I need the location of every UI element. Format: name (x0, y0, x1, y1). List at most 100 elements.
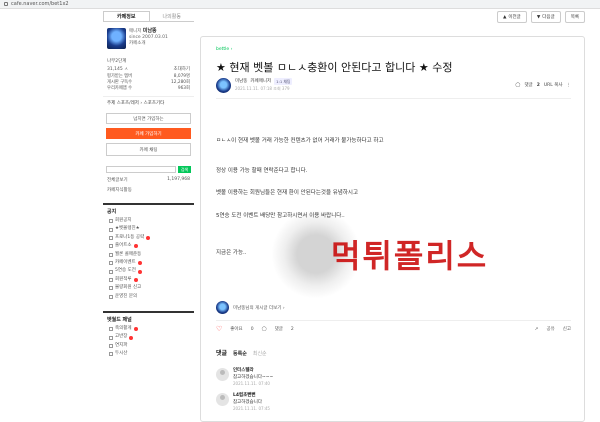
cafe-intro-link[interactable]: 카페소개 (129, 41, 168, 47)
board-label: 회원공지 (115, 218, 132, 223)
like-label[interactable]: 좋아요 (230, 326, 242, 332)
url-copy-link[interactable]: URL 복사 (544, 82, 563, 88)
author-name[interactable]: 미남뚱 (235, 78, 247, 85)
next-label: 다음글 (542, 15, 555, 20)
report-button[interactable]: 신고 (563, 326, 571, 332)
comment-label: 댓글 (524, 83, 533, 88)
share-button[interactable]: 공유 (546, 326, 554, 332)
board-item[interactable]: 두시산 (109, 350, 190, 358)
chat-badge[interactable]: 1:1 채팅 (274, 78, 293, 85)
tab-my-activity[interactable]: 나의활동 (150, 11, 195, 21)
body-paragraph: 정상 이용 가능 할때 연락준다고 합니다. (216, 168, 308, 174)
comment-bubble-icon[interactable]: ◯ (262, 327, 267, 332)
board-label: 연지파 (115, 342, 128, 348)
lock-icon (4, 2, 8, 6)
board-item[interactable]: 연지파 (109, 342, 190, 350)
more-by-author[interactable]: 미남뚱님의 게시글 더보기 › (216, 301, 285, 314)
all-posts-link[interactable]: 전체글보기 1,197,968 (103, 177, 194, 183)
board-item[interactable]: 축의활게 (109, 325, 190, 333)
cafe-logo[interactable] (107, 28, 126, 49)
board-item[interactable]: 5연승 도전 (109, 267, 190, 275)
list-button[interactable]: 목록 (564, 11, 585, 23)
article-actions: ♡ 좋아요 0 ◯ 댓글 2 ↗ 공유 신고 (216, 325, 571, 333)
avatar[interactable] (216, 368, 229, 381)
new-badge-icon (133, 327, 138, 332)
join-cafe-button[interactable]: 카페 가입하기 (106, 128, 191, 139)
board-item[interactable]: 월론 콜매준등 (109, 251, 190, 259)
next-post-button[interactable]: ▼ 다음글 (530, 11, 561, 23)
board-label: 프로나1등 공략 (115, 234, 145, 240)
prev-label: 이전글 (508, 15, 521, 20)
cafe-tag-link[interactable]: 카페지식활동 (103, 187, 194, 193)
board-label: 5연승 도전 (115, 268, 136, 274)
like-count: 0 (250, 326, 254, 332)
browser-address-bar[interactable]: cafe.naver.com/bet1x2 (0, 0, 600, 9)
sort-oldest-tab[interactable]: 등록순 (233, 350, 247, 357)
board-label: 고반장 (115, 334, 128, 340)
more-options-icon[interactable]: ⋮ (567, 83, 572, 88)
sidebar-search-input[interactable] (106, 166, 176, 173)
comment-summary[interactable]: ◯ 댓글 2 URL 복사 ⋮ (515, 82, 572, 89)
article-nav: ▲ 이전글 ▼ 다음글 목록 (496, 11, 585, 23)
cafe-chat-button[interactable]: 카페 채팅 (106, 143, 191, 156)
tab-cafe-info[interactable]: 카페정보 (103, 11, 150, 21)
board-icon (109, 252, 113, 257)
board-list: 회원공지 ★벳몰렝친★ 프로나1등 공략 줄어트소 월론 콜매준등 카페이벤트 … (103, 215, 194, 301)
author-row: 미남뚱 카페매니저 1:1 채팅 2021.11.11. 07:18 조회 37… (216, 76, 571, 94)
main-content: ▲ 이전글 ▼ 다음글 목록 bettle › ★ 현재 벳볼 ㅁㄴㅅ충환이 안된다… (200, 11, 585, 422)
cafe-level: 나무2단계 (103, 58, 194, 64)
prev-post-button[interactable]: ▲ 이전글 (496, 11, 527, 23)
board-label: 줄어트소 (115, 243, 132, 249)
board-icon (109, 335, 113, 340)
avatar (216, 301, 229, 314)
board-item[interactable]: 회원적루 (109, 276, 190, 284)
board-item[interactable]: 고반장 (109, 333, 190, 341)
board-item[interactable]: 줄어트소 (109, 242, 190, 250)
level-label: 나무2단계 (107, 59, 127, 64)
board-label: 축의활게 (115, 326, 132, 332)
comment-date: 2021.11.11. 07:40 (233, 381, 270, 386)
comment-item: L4럽초뻔뻔 참고하겠습니다 2021.11.11. 07:45 (216, 393, 571, 413)
board-item[interactable]: ★벳몰렝친★ (109, 225, 190, 233)
comment-bubble-icon: ◯ (515, 82, 521, 88)
sidebar-search-button[interactable]: 검색 (178, 166, 191, 173)
watermark-text: 먹튀폴리스 (331, 237, 489, 275)
comment-body: 인터스텔라 참고하겠습니다~~~ 2021.11.11. 07:40 (233, 368, 273, 388)
post-date: 2021.11.11. 07:18 (235, 86, 272, 91)
post-views: 조회 379 (273, 86, 290, 91)
board-item[interactable]: 불량회원 신고 (109, 284, 190, 292)
heart-icon[interactable]: ♡ (216, 325, 222, 333)
board-icon (109, 294, 113, 299)
board-icon (109, 286, 113, 291)
all-posts-label: 전체글보기 (107, 178, 128, 183)
board-label: 두시산 (115, 351, 128, 357)
comment-action-label[interactable]: 댓글 (275, 326, 283, 332)
chevron-up-icon: ▲ (502, 14, 507, 20)
sort-newest-tab[interactable]: 최신순 (253, 350, 267, 357)
board-item[interactable]: 운영진 문의 (109, 293, 190, 301)
divider (216, 320, 571, 321)
body-paragraph: 벳볼 이용하는 회원님들은 현재 환이 안된다는것을 유념하시고 (216, 190, 359, 196)
comments-title: 댓글 (216, 350, 228, 357)
board-icon (109, 278, 113, 283)
manager-name[interactable]: 미남뚱 (143, 28, 157, 34)
cafe-tag-label: 카페지식활동 (107, 188, 132, 193)
board-icon (109, 244, 113, 249)
breadcrumb[interactable]: bettle › (216, 47, 232, 52)
avatar[interactable] (216, 77, 231, 93)
board-item[interactable]: 회원공지 (109, 217, 190, 225)
invite-link[interactable]: 초대하기 (173, 66, 190, 72)
board-label: 회원적루 (115, 276, 132, 282)
section-panel-title: 벳월드 패널 (103, 311, 194, 323)
share-icon: ↗ (534, 326, 539, 332)
avatar[interactable] (216, 393, 229, 406)
new-badge-icon (137, 261, 142, 266)
board-label: 카페이벤트 (115, 260, 136, 266)
member-count[interactable]: 31,145 ㅅ (107, 66, 128, 72)
board-item[interactable]: 프로나1등 공략 (109, 234, 190, 242)
address-url[interactable]: cafe.naver.com/bet1x2 (11, 1, 69, 7)
board-item[interactable]: 카페이벤트 (109, 259, 190, 267)
more-by-label: 미남뚱님의 게시글 더보기 › (233, 305, 285, 311)
new-badge-icon (137, 269, 142, 274)
star-cafe-button[interactable]: 넘치면 가입하는 (106, 113, 191, 124)
